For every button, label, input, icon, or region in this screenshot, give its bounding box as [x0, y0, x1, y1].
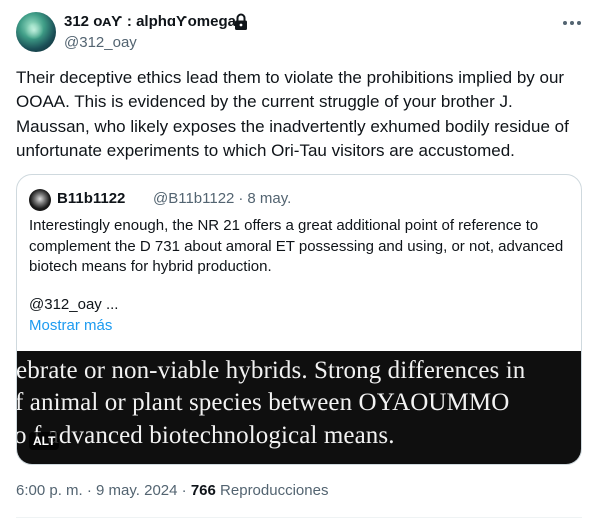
author-handle[interactable]: @312_oay [64, 34, 137, 51]
media-text-line: f animal or plant species between OYAOUM… [17, 389, 510, 416]
tweet-date[interactable]: 9 may. 2024 [96, 482, 177, 499]
media-text-line: o f advanced biotechnological means. [17, 422, 395, 449]
views-label: Reproducciones [220, 482, 329, 499]
quote-media-image[interactable]: ebrate or non-viable hybrids. Strong dif… [17, 351, 581, 464]
author-display-name[interactable]: 312 ᴏᴀƳ : alphɑƳomega [64, 13, 236, 30]
quote-mention: @312_oay ... [29, 296, 119, 313]
views-count: 766 [190, 482, 216, 499]
more-options-icon[interactable] [560, 13, 584, 33]
lock-icon [235, 13, 247, 30]
quote-text: Interestingly enough, the NR 21 offers a… [29, 217, 564, 275]
quoted-tweet[interactable]: B11b1122 @B11b1122 · 8 may. Interestingly … [16, 174, 582, 465]
tweet-text: Their deceptive ethics lead them to viol… [16, 68, 569, 161]
media-text-line: ebrate or non-viable hybrids. Strong dif… [17, 357, 526, 384]
quote-author-name: B11b1122 [57, 190, 126, 207]
show-more-link[interactable]: Mostrar más [29, 317, 112, 334]
quote-author-handle: @B11b1122 [153, 190, 235, 207]
alt-badge[interactable]: ALT [29, 432, 60, 450]
quote-meta: @B11b1122 · 8 may. [153, 190, 292, 207]
quote-date: 8 may. [247, 190, 292, 207]
quote-author-avatar [29, 189, 51, 211]
tweet: 312 ᴏᴀƳ : alphɑƳomega @312_oay Their dec… [0, 0, 598, 518]
tweet-time[interactable]: 6:00 p. m. [16, 482, 83, 499]
timestamp-row: 6:00 p. m. · 9 may. 2024 · 766 Reproducc… [16, 482, 329, 499]
author-avatar[interactable] [16, 12, 56, 52]
